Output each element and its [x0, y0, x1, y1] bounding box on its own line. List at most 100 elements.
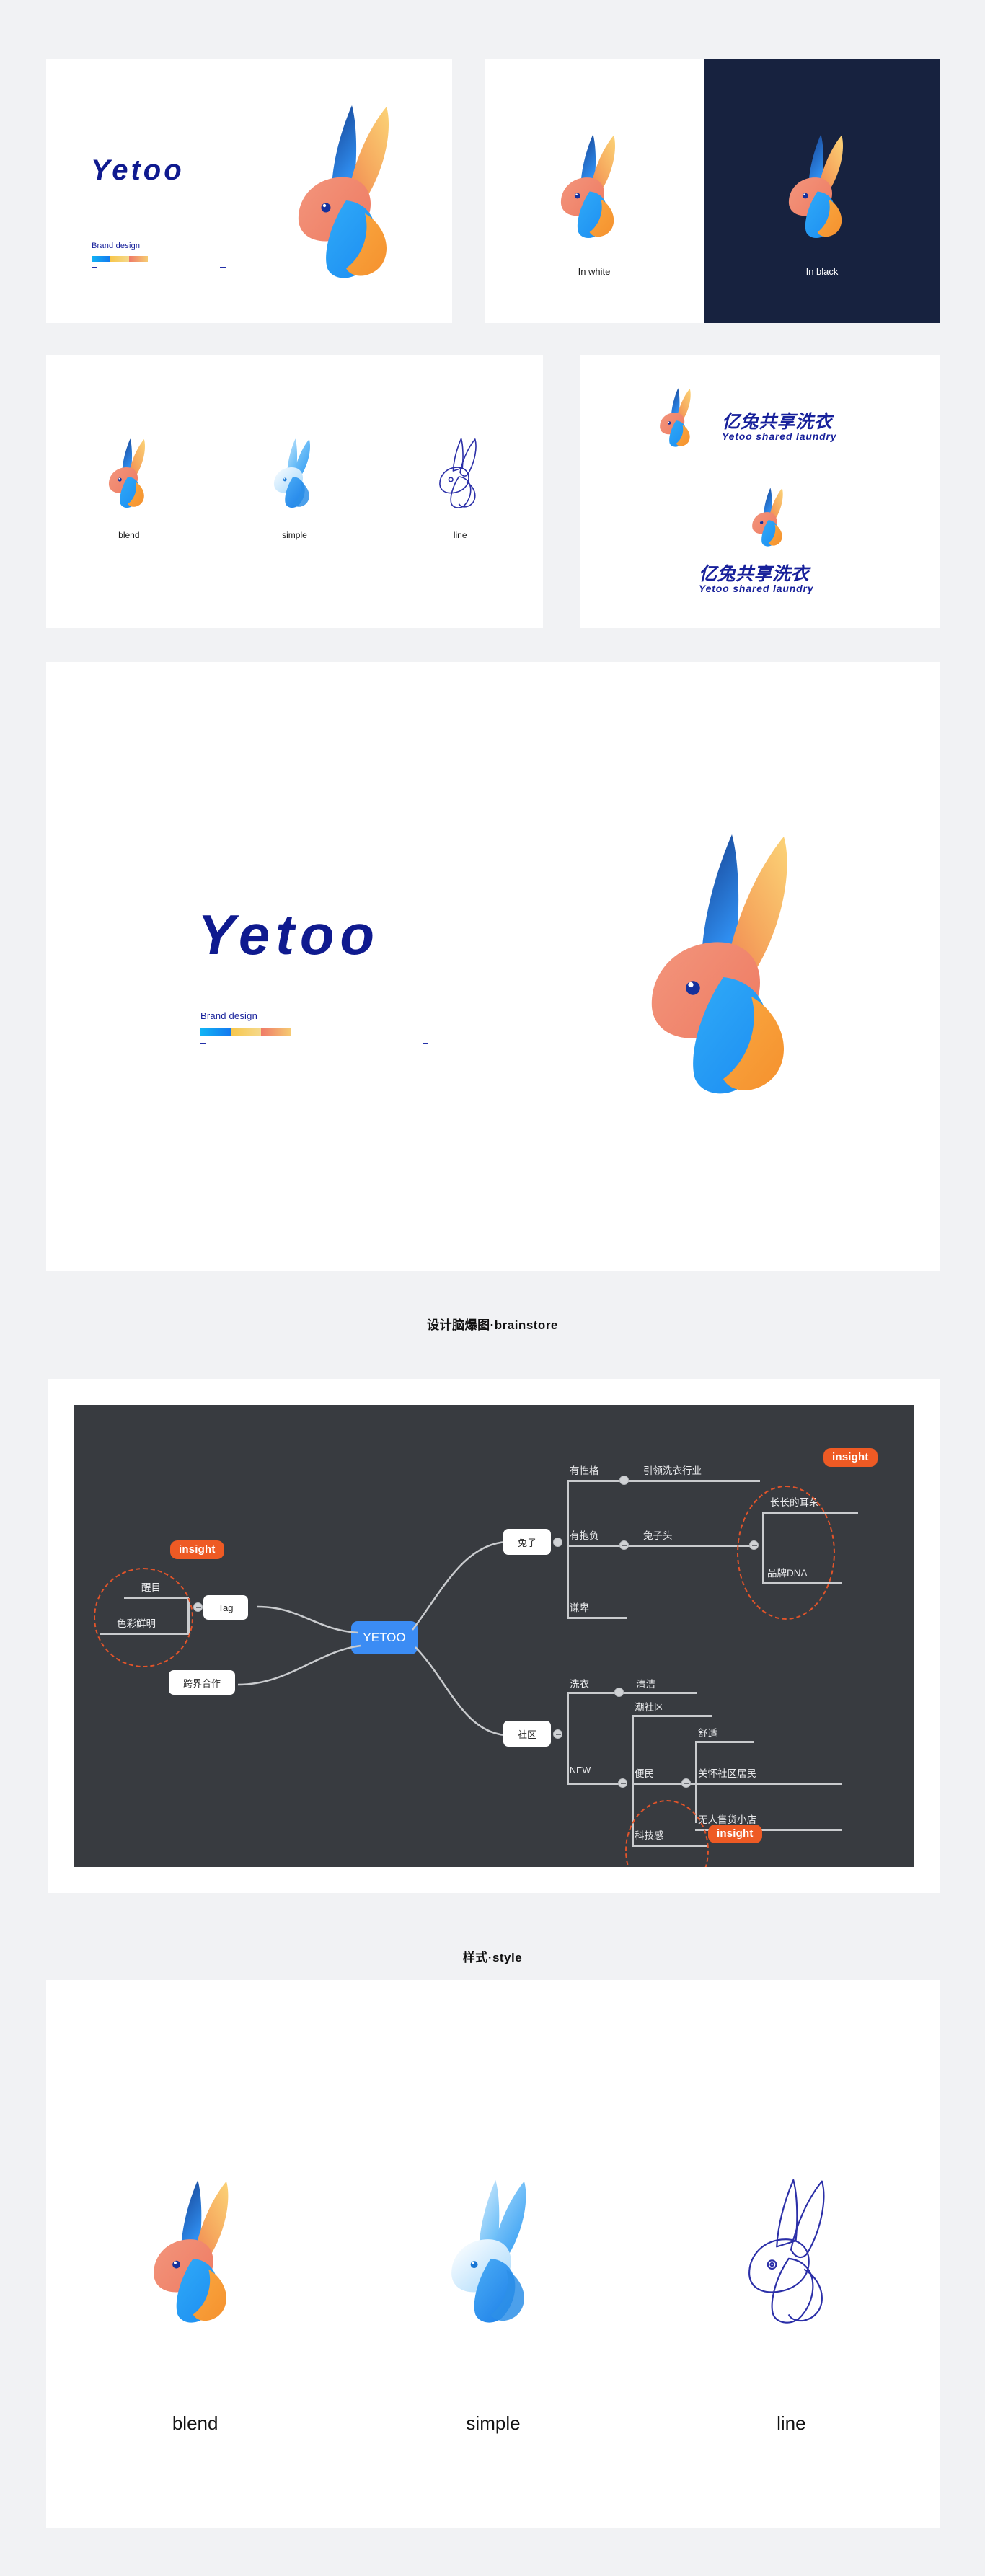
- style-variants-card-small: blend simple line: [46, 355, 543, 628]
- mindmap-line-new: [567, 1783, 623, 1785]
- rabbit-logo-black-bg: [776, 125, 862, 244]
- mindmap-dot-xiyi[interactable]: [614, 1688, 624, 1697]
- mindmap-text-xiyi: 洗衣: [570, 1679, 589, 1690]
- mindmap-insight-badge-top-right[interactable]: insight: [823, 1448, 878, 1467]
- lockup-v-cn-text: 亿兔共享洗衣: [699, 564, 810, 584]
- tick-right: [220, 267, 226, 268]
- mindmap-dot-tag[interactable]: [193, 1602, 203, 1612]
- mindmap-node-rabbit[interactable]: 兔子: [503, 1529, 551, 1555]
- style-variant-blend-small: blend: [46, 355, 212, 628]
- hero-brand-design-label: Brand design: [200, 1010, 258, 1021]
- mindmap-board: YETOO Tag 跨界合作 醒目 色彩鲜明 insight 兔子 有性格 引领…: [74, 1405, 914, 1867]
- swatch-salmon-gold: [129, 256, 148, 262]
- lockup-v-mark: [745, 483, 794, 550]
- hero-tick-right: [423, 1043, 428, 1044]
- swatch-cyan-blue: [92, 256, 110, 262]
- style-variant-simple-small: simple: [212, 355, 378, 628]
- style-large-caption-simple: simple: [466, 2412, 521, 2434]
- color-swatch-bar: [92, 256, 148, 262]
- mindmap-text-qingjie: 清洁: [636, 1679, 655, 1690]
- hero-tick-left: [200, 1043, 206, 1044]
- hero-color-swatch-bar: [200, 1028, 291, 1036]
- mindmap-text-shushi: 舒适: [698, 1728, 717, 1739]
- rabbit-logo-line-small: [431, 433, 489, 512]
- brand-design-label: Brand design: [92, 242, 141, 250]
- caption-in-black: In black: [805, 266, 839, 277]
- style-caption-blend-small: blend: [118, 530, 140, 540]
- swatch-yellow-gold: [110, 256, 129, 262]
- mindmap-line-bianmin: [632, 1783, 842, 1785]
- brand-design-presentation-page: Yetoo Brand design In white In black ble…: [0, 0, 985, 2576]
- mindmap-text-bianmin: 便民: [635, 1768, 654, 1779]
- style-large-simple: simple: [344, 1980, 642, 2528]
- hero-brand-card: Yetoo Brand design: [46, 59, 452, 323]
- rabbit-logo-line-large: [732, 2169, 851, 2331]
- mindmap-curve-cross: [237, 1644, 361, 1686]
- style-caption-simple-small: simple: [282, 530, 307, 540]
- mindmap-curve-rabbit: [412, 1540, 507, 1631]
- mindmap-line-yinling: [571, 1480, 760, 1482]
- mindmap-dot-rabbit[interactable]: [553, 1538, 562, 1547]
- mindmap-curve-tag: [257, 1605, 359, 1634]
- mindmap-text-youxingge: 有性格: [570, 1465, 599, 1476]
- lockup-h-mark: [653, 384, 702, 450]
- mindmap-text-youbaofu: 有抱负: [570, 1530, 599, 1541]
- mindmap-dot-new[interactable]: [618, 1778, 627, 1788]
- style-large-blend: blend: [46, 1980, 344, 2528]
- mindmap-bracket-community-v: [567, 1693, 569, 1783]
- rabbit-logo-blend-large: [136, 2169, 255, 2331]
- lockup-v-en-text: Yetoo shared laundry: [699, 583, 814, 594]
- rabbit-logo-simple-large: [433, 2169, 552, 2331]
- mindmap-insight-badge-bottom[interactable]: insight: [708, 1825, 762, 1843]
- mindmap-card: YETOO Tag 跨界合作 醒目 色彩鲜明 insight 兔子 有性格 引领…: [48, 1379, 940, 1893]
- mindmap-bracket-bianmin-v: [695, 1742, 697, 1823]
- mindmap-dot-youbaofu[interactable]: [619, 1540, 629, 1550]
- mindmap-line-qianbei: [567, 1617, 627, 1619]
- lockup-card: 亿兔共享洗衣 Yetoo shared laundry 亿兔共享洗衣 Yetoo…: [580, 355, 940, 628]
- section-title-style: 样式·style: [462, 1951, 523, 1964]
- mindmap-node-community[interactable]: 社区: [503, 1721, 551, 1747]
- hero-swatch-salmon-gold: [261, 1028, 291, 1036]
- mindmap-node-tag[interactable]: Tag: [203, 1595, 248, 1620]
- mindmap-text-tuzitou: 兔子头: [643, 1530, 673, 1541]
- swatch-ticks: [92, 264, 265, 271]
- mindmap-text-qianbei: 谦卑: [570, 1602, 589, 1613]
- caption-in-white: In white: [578, 266, 611, 277]
- lockup-h-en-text: Yetoo shared laundry: [722, 431, 837, 442]
- mindmap-text-yinling: 引领洗衣行业: [643, 1465, 702, 1476]
- hero-wordmark-yetoo: Yetoo: [198, 903, 380, 966]
- mindmap-line-chaoshequ: [632, 1715, 712, 1717]
- tick-left: [92, 267, 97, 268]
- hero-swatch-ticks: [200, 1040, 460, 1047]
- rabbit-logo-blend-small: [100, 433, 158, 512]
- mindmap-dot-bianmin[interactable]: [681, 1778, 691, 1788]
- rabbit-logo-simple-small: [265, 433, 323, 512]
- mindmap-line-tuzitou: [567, 1545, 754, 1547]
- hero-swatch-cyan-blue: [200, 1028, 231, 1036]
- style-large-caption-blend: blend: [172, 2412, 218, 2434]
- section-title-brainstore: 设计脑爆图·brainstore: [427, 1318, 558, 1332]
- mindmap-text-guanhuai: 关怀社区居民: [698, 1768, 756, 1779]
- mindmap-insight-badge-left[interactable]: insight: [170, 1540, 224, 1559]
- hero-swatch-yellow-gold: [231, 1028, 261, 1036]
- mindmap-text-new: NEW: [570, 1765, 591, 1776]
- logo-on-white-card: In white: [485, 59, 704, 323]
- style-variants-card-large: blend simple line: [46, 1980, 940, 2528]
- mindmap-line-qingjie: [567, 1692, 697, 1694]
- mindmap-highlight-circle-top-right: [737, 1486, 835, 1620]
- mindmap-text-chaoshequ: 潮社区: [635, 1702, 664, 1713]
- rabbit-logo-blend: [277, 92, 421, 287]
- mindmap-dot-youxingge[interactable]: [619, 1476, 629, 1485]
- mindmap-curve-community: [415, 1646, 505, 1737]
- style-large-caption-line: line: [777, 2412, 806, 2434]
- lockup-h-cn-text: 亿兔共享洗衣: [722, 412, 833, 432]
- mindmap-node-cross[interactable]: 跨界合作: [169, 1670, 235, 1695]
- style-large-line: line: [642, 1980, 940, 2528]
- mindmap-root-node[interactable]: YETOO: [351, 1621, 418, 1654]
- mindmap-text-wuren: 无人售货小店: [698, 1814, 756, 1825]
- mindmap-dot-community[interactable]: [553, 1729, 562, 1739]
- style-caption-line-small: line: [453, 530, 467, 540]
- rabbit-logo-white-bg: [548, 125, 635, 244]
- style-variant-line-small: line: [377, 355, 543, 628]
- mindmap-line-shushi: [695, 1741, 754, 1743]
